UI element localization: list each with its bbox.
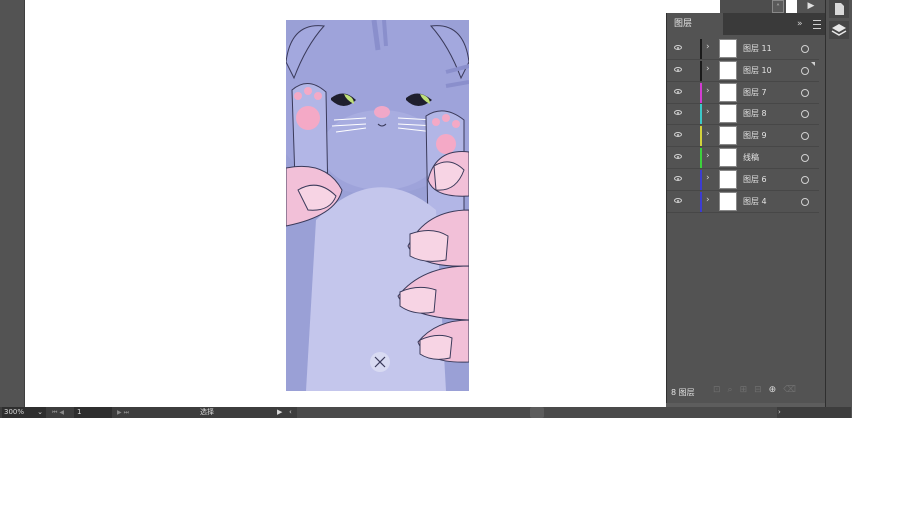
target-circle-icon[interactable]	[801, 110, 809, 119]
panel-menu-icon[interactable]	[813, 20, 821, 29]
workspace	[0, 0, 666, 408]
layer-row[interactable]: › 图层 9	[667, 125, 819, 148]
eye-icon[interactable]	[674, 197, 682, 203]
zoom-value: 300%	[4, 408, 25, 416]
eye-icon[interactable]	[674, 154, 682, 159]
chevron-right-icon[interactable]: ›	[706, 173, 710, 183]
selection-indicator-icon	[811, 61, 815, 66]
panel-header: 图层 »	[667, 13, 826, 35]
zoom-select[interactable]: 300% ⌄	[2, 407, 46, 418]
artboard[interactable]	[286, 20, 469, 391]
current-tool-label: 选择	[200, 408, 214, 416]
target-circle-icon[interactable]	[801, 197, 809, 206]
layer-color-bar	[700, 126, 702, 147]
scroll-up-icon[interactable]: ˄	[772, 0, 784, 13]
layer-thumbnail	[719, 60, 737, 80]
layer-name[interactable]: 图层 4	[743, 196, 767, 207]
first-prev-nav-icons[interactable]: ⏮◀	[52, 407, 66, 418]
eye-icon[interactable]	[674, 110, 682, 116]
layer-thumbnail	[719, 126, 737, 146]
eye-icon[interactable]	[674, 175, 682, 181]
status-bar: 300% ⌄ ⏮◀ 1 ▶⏭ 选择 ▶ ‹ ›	[0, 407, 851, 418]
chevron-right-icon[interactable]: ›	[706, 86, 710, 96]
layer-name[interactable]: 图层 7	[743, 87, 767, 98]
tab-layers[interactable]: 图层	[667, 13, 723, 35]
layer-color-bar	[700, 148, 702, 168]
collapse-icon[interactable]: »	[797, 13, 803, 35]
layer-row[interactable]: › 图层 6	[667, 169, 819, 191]
chevron-right-icon[interactable]: ›	[706, 107, 710, 117]
eye-icon[interactable]	[674, 45, 682, 50]
layers-panel: 图层 » › 图层 11 › 图层 10 › 图层 7 › 图层 8 › 图层 9 › 线稿 › 图层 6…	[666, 13, 826, 406]
layer-name[interactable]: 图层 8	[743, 108, 767, 119]
layer-row[interactable]: › 线稿	[667, 147, 819, 169]
layer-thumbnail	[719, 82, 737, 102]
layer-count: 8 图层	[671, 388, 695, 397]
target-circle-icon[interactable]	[801, 45, 809, 53]
eye-icon[interactable]	[674, 88, 682, 94]
eye-icon[interactable]	[674, 132, 682, 138]
cat-illustration	[286, 20, 469, 391]
layer-thumbnail	[719, 148, 737, 167]
play-icon[interactable]: ▶	[797, 0, 825, 13]
layer-name[interactable]: 线稿	[743, 152, 759, 163]
chevron-right-icon[interactable]: ›	[706, 42, 710, 52]
target-circle-icon[interactable]	[801, 175, 809, 184]
scroll-right-icon[interactable]: ›	[778, 407, 781, 418]
layer-row[interactable]: › 图层 7	[667, 82, 819, 104]
scroll-left-icon[interactable]: ‹	[289, 407, 292, 418]
target-circle-icon[interactable]	[801, 66, 809, 75]
right-dock	[825, 0, 852, 418]
layer-name[interactable]: 图层 11	[743, 43, 772, 54]
status-menu-arrow-icon[interactable]: ▶	[277, 407, 282, 418]
layer-row[interactable]: › 图层 4	[667, 191, 819, 213]
layer-thumbnail	[719, 191, 737, 211]
eye-icon[interactable]	[674, 66, 682, 72]
target-circle-icon[interactable]	[801, 154, 809, 162]
layer-row[interactable]: › 图层 11	[667, 38, 819, 60]
chevron-down-icon: ⌄	[37, 408, 43, 416]
layer-color-bar	[700, 104, 702, 125]
layer-row[interactable]: › 图层 8	[667, 103, 819, 126]
horizontal-scroll-thumb[interactable]	[530, 407, 544, 418]
chevron-right-icon[interactable]: ›	[706, 151, 710, 161]
layer-thumbnail	[719, 39, 737, 58]
layer-color-bar	[700, 82, 702, 103]
layer-row[interactable]: › 图层 10	[667, 60, 819, 82]
vertical-scroll-top[interactable]: ˄	[720, 0, 786, 13]
panel-footer: 8 图层 ⊡⌕⊞⊟⊕⌫	[667, 383, 819, 399]
page-select[interactable]: 1	[74, 407, 112, 418]
chevron-right-icon[interactable]: ›	[706, 64, 710, 74]
layer-color-bar	[700, 60, 702, 81]
document-icon[interactable]	[829, 0, 849, 18]
layers-icon[interactable]	[829, 21, 849, 39]
chevron-right-icon[interactable]: ›	[706, 195, 710, 205]
footer-action-icons[interactable]: ⊡⌕⊞⊟⊕⌫	[713, 385, 803, 395]
layer-thumbnail	[719, 104, 737, 124]
chevron-right-icon[interactable]: ›	[706, 129, 710, 139]
new-layer-icon[interactable]: ⊕	[769, 385, 784, 395]
layer-name[interactable]: 图层 10	[743, 65, 772, 76]
layer-color-bar	[700, 191, 702, 212]
page-value: 1	[77, 408, 82, 416]
layer-name[interactable]: 图层 9	[743, 130, 767, 141]
layer-color-bar	[700, 169, 702, 190]
target-circle-icon[interactable]	[801, 132, 809, 141]
next-last-nav-icons[interactable]: ▶⏭	[117, 407, 131, 418]
left-toolbar-strip	[0, 0, 25, 408]
target-circle-icon[interactable]	[801, 88, 809, 97]
layer-name[interactable]: 图层 6	[743, 174, 767, 185]
layer-thumbnail	[719, 169, 737, 189]
layer-color-bar	[700, 39, 702, 59]
